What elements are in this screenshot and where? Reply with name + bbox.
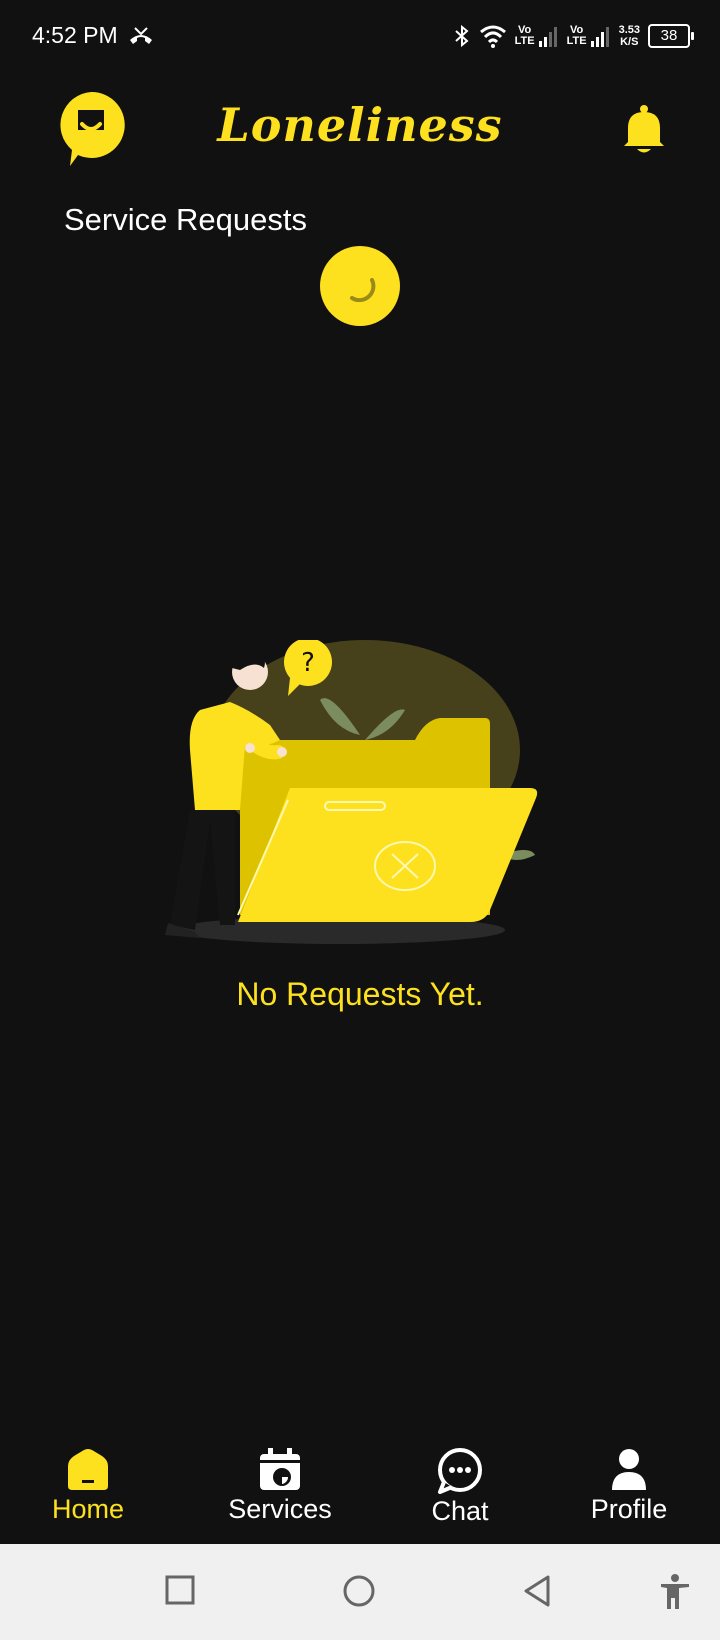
status-bar: 4:52 PM Vo LTE Vo LTE 3.53 K/S 38 bbox=[0, 0, 720, 72]
notification-bell-icon[interactable] bbox=[620, 104, 668, 156]
bluetooth-icon bbox=[454, 24, 469, 48]
wifi-icon bbox=[479, 25, 506, 48]
empty-state-illustration: ? bbox=[165, 640, 538, 944]
app-title: Loneliness bbox=[217, 98, 503, 152]
missed-call-icon bbox=[130, 27, 152, 44]
speed-value: 3.53 bbox=[618, 24, 640, 36]
page-title: Service Requests bbox=[64, 202, 307, 237]
spinner-arc-icon bbox=[350, 278, 376, 303]
speed-unit: K/S bbox=[620, 36, 639, 48]
home-icon bbox=[68, 1449, 108, 1490]
nav-item-profile[interactable]: Profile bbox=[576, 1448, 682, 1525]
nav-label-profile: Profile bbox=[590, 1494, 668, 1524]
signal-icon bbox=[538, 27, 557, 47]
person-legs bbox=[170, 810, 235, 930]
nav-item-chat[interactable]: Chat bbox=[412, 1448, 508, 1527]
loading-spinner bbox=[320, 246, 400, 326]
home-circle-icon[interactable] bbox=[342, 1574, 376, 1608]
empty-state-message: No Requests Yet. bbox=[236, 976, 484, 1012]
signal-2: Vo LTE bbox=[567, 25, 611, 47]
battery-indicator: 38 bbox=[648, 24, 694, 48]
volte-label-2: Vo LTE bbox=[566, 24, 587, 47]
status-time: 4:52 PM bbox=[32, 22, 118, 48]
calendar-icon bbox=[260, 1448, 300, 1490]
system-navigation-bar bbox=[0, 1544, 720, 1640]
nav-label-home: Home bbox=[51, 1494, 125, 1524]
volte-label-1: Vo LTE bbox=[514, 24, 535, 47]
signal-icon bbox=[590, 27, 609, 47]
back-icon[interactable] bbox=[522, 1574, 552, 1608]
bottom-nav: Home Services Chat Profile bbox=[0, 1440, 720, 1544]
accessibility-icon[interactable] bbox=[658, 1574, 692, 1610]
folder-front bbox=[238, 788, 538, 922]
nav-item-services[interactable]: Services bbox=[212, 1448, 348, 1525]
signal-1: Vo LTE bbox=[515, 25, 559, 47]
chat-icon bbox=[438, 1448, 482, 1494]
app-header: Loneliness bbox=[0, 80, 720, 170]
nav-label-services: Services bbox=[228, 1494, 332, 1524]
nav-item-home[interactable]: Home bbox=[40, 1448, 136, 1525]
network-speed: 3.53 K/S bbox=[619, 24, 640, 48]
recent-apps-icon[interactable] bbox=[164, 1574, 196, 1606]
nav-label-chat: Chat bbox=[431, 1496, 489, 1526]
person-hand bbox=[245, 743, 255, 753]
person-hand bbox=[277, 747, 287, 757]
profile-icon bbox=[612, 1449, 646, 1490]
question-mark-icon: ? bbox=[301, 648, 315, 678]
